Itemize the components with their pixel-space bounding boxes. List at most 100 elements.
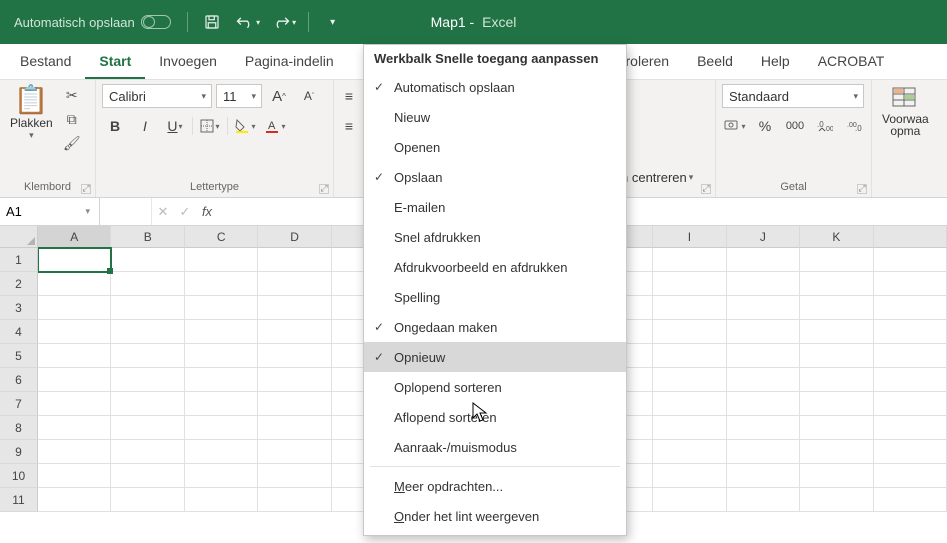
row-header[interactable]: 9 (0, 440, 38, 464)
cell[interactable] (38, 344, 111, 368)
border-button[interactable] (197, 114, 223, 138)
col-header[interactable] (874, 226, 947, 248)
cell[interactable] (727, 416, 800, 440)
cell[interactable] (185, 464, 258, 488)
menu-item-autosave[interactable]: Automatisch opslaan (364, 72, 626, 102)
menu-item-ongedaan-maken[interactable]: Ongedaan maken (364, 312, 626, 342)
cell[interactable] (111, 272, 184, 296)
name-box[interactable]: A1 ▾ (0, 198, 100, 225)
dialog-launcher-icon[interactable]: ⤢ (701, 184, 711, 194)
cell[interactable] (800, 344, 873, 368)
col-header[interactable]: I (653, 226, 726, 248)
cell[interactable] (653, 464, 726, 488)
save-button[interactable] (198, 8, 226, 36)
autosave-toggle[interactable]: Automatisch opslaan (8, 11, 177, 34)
cell[interactable] (727, 296, 800, 320)
increase-font-button[interactable]: A^ (266, 84, 292, 108)
cell[interactable] (258, 320, 331, 344)
menu-item-snel-afdrukken[interactable]: Snel afdrukken (364, 222, 626, 252)
menu-item-nieuw[interactable]: Nieuw (364, 102, 626, 132)
cell[interactable] (874, 344, 947, 368)
menu-item-aanraak-muismodus[interactable]: Aanraak-/muismodus (364, 432, 626, 462)
cell[interactable] (185, 320, 258, 344)
menu-item-oplopend-sorteren[interactable]: Oplopend sorteren (364, 372, 626, 402)
cell[interactable] (38, 464, 111, 488)
cell[interactable] (258, 440, 331, 464)
tab-invoegen[interactable]: Invoegen (145, 45, 231, 79)
number-format-combo[interactable]: Standaard▾ (722, 84, 864, 108)
font-size-combo[interactable]: 11▾ (216, 84, 262, 108)
cell[interactable] (727, 368, 800, 392)
cell[interactable] (727, 320, 800, 344)
customize-qat-button[interactable]: ▾ (319, 8, 347, 36)
comma-style-button[interactable]: 000 (782, 114, 808, 138)
row-header[interactable]: 7 (0, 392, 38, 416)
cell[interactable] (727, 272, 800, 296)
cell[interactable] (874, 320, 947, 344)
row-header[interactable]: 8 (0, 416, 38, 440)
cell[interactable] (111, 368, 184, 392)
cell[interactable] (185, 440, 258, 464)
col-header[interactable]: A (38, 226, 111, 248)
cell[interactable] (111, 416, 184, 440)
row-header[interactable]: 1 (0, 248, 38, 272)
cell[interactable] (38, 320, 111, 344)
tab-pagina-indeling[interactable]: Pagina-indelin (231, 45, 348, 79)
col-header[interactable]: J (727, 226, 800, 248)
align-top-button[interactable]: ≡ (336, 84, 362, 108)
cell[interactable] (727, 344, 800, 368)
cell[interactable] (653, 248, 726, 272)
menu-item-emailen[interactable]: E-mailen (364, 192, 626, 222)
dialog-launcher-icon[interactable]: ⤢ (857, 184, 867, 194)
cell[interactable] (800, 320, 873, 344)
col-header[interactable]: K (800, 226, 873, 248)
cell[interactable] (727, 488, 800, 512)
copy-button[interactable]: ⧉ (61, 108, 83, 130)
cell[interactable] (874, 464, 947, 488)
align-left-button[interactable]: ≡ (336, 114, 362, 138)
cell[interactable] (653, 320, 726, 344)
format-painter-button[interactable]: 🖌 (61, 132, 83, 154)
cell[interactable] (653, 440, 726, 464)
cell[interactable] (874, 440, 947, 464)
cell[interactable] (874, 488, 947, 512)
cell[interactable] (653, 368, 726, 392)
cell[interactable] (38, 272, 111, 296)
toggle-off-icon[interactable] (141, 15, 171, 29)
cell[interactable] (185, 272, 258, 296)
cell[interactable] (800, 392, 873, 416)
cell[interactable] (185, 488, 258, 512)
cell[interactable] (258, 464, 331, 488)
tab-start[interactable]: Start (85, 45, 145, 79)
cell[interactable] (258, 248, 331, 272)
cell[interactable] (874, 296, 947, 320)
cell[interactable] (185, 296, 258, 320)
cell[interactable] (800, 416, 873, 440)
cell[interactable] (111, 440, 184, 464)
cancel-button[interactable]: ✕ (152, 198, 174, 225)
cell[interactable] (258, 296, 331, 320)
cell[interactable] (111, 344, 184, 368)
cell[interactable] (653, 296, 726, 320)
conditional-format-button[interactable]: Voorwaa opma (878, 84, 933, 140)
tab-help[interactable]: Help (747, 45, 804, 79)
menu-item-aflopend-sorteren[interactable]: Aflopend sorteren (364, 402, 626, 432)
row-header[interactable]: 5 (0, 344, 38, 368)
cell[interactable] (800, 296, 873, 320)
cell[interactable] (653, 344, 726, 368)
cell[interactable] (38, 248, 111, 272)
row-header[interactable]: 3 (0, 296, 38, 320)
bold-button[interactable]: B (102, 114, 128, 138)
cell[interactable] (38, 440, 111, 464)
col-header[interactable]: C (185, 226, 258, 248)
cell[interactable] (800, 368, 873, 392)
cell[interactable] (874, 392, 947, 416)
menu-item-opnieuw[interactable]: Opnieuw (364, 342, 626, 372)
cell[interactable] (800, 488, 873, 512)
cell[interactable] (38, 368, 111, 392)
cell[interactable] (185, 248, 258, 272)
row-header[interactable]: 11 (0, 488, 38, 512)
col-header[interactable]: B (111, 226, 184, 248)
cell[interactable] (874, 416, 947, 440)
menu-item-onder-lint[interactable]: Onder het lint weergeven (364, 501, 626, 531)
